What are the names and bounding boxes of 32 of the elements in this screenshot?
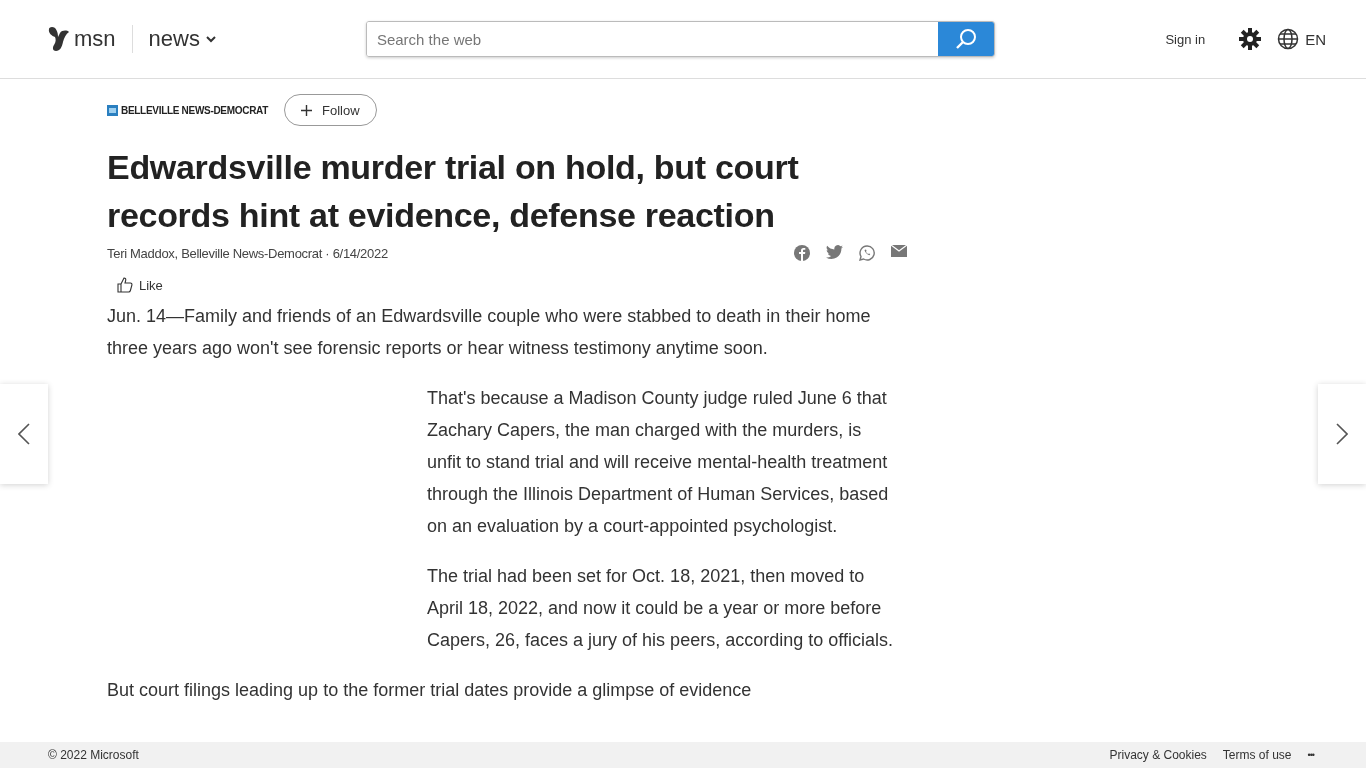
search-field[interactable]: Search the web xyxy=(365,21,995,57)
source-name: BELLEVILLE NEWS-DEMOCRAT xyxy=(121,104,269,116)
footer-link[interactable]: Terms of use xyxy=(1222,748,1292,762)
article-paragraph: That's because a Madison County judge ruled June 6 that Zachary Capers, the man charged with the murders, is unfit to stand trial and will receive mental-health treatment through the Illinois Department of Human Services, based on an evaluation by a court-appointed psychologist. xyxy=(427,387,890,538)
facebook-icon[interactable] xyxy=(794,245,810,261)
follow-button[interactable]: Follow xyxy=(284,94,377,126)
byline: Teri Maddox, Belleville News-Democrat · 6/14/2022 xyxy=(107,245,388,261)
thumbs-up-icon xyxy=(117,277,133,293)
sign-in-link[interactable]: Sign in xyxy=(1159,30,1212,48)
settings-icon[interactable] xyxy=(1239,28,1262,50)
like-button[interactable]: Like xyxy=(117,277,163,293)
more-button[interactable]: ••• xyxy=(1307,750,1314,760)
chevron-left-icon[interactable] xyxy=(18,423,30,445)
article-paragraph: The trial had been set for Oct. 18, 2021, then moved to April 18, 2022, and now it could be a year or more before Capers, 26, faces a jury of his peers, according to officials. xyxy=(427,565,893,652)
copyright-text: © 2022 Microsoft xyxy=(48,748,139,762)
mail-icon[interactable] xyxy=(891,245,907,257)
chevron-down-icon xyxy=(205,35,216,43)
language-button[interactable]: EN xyxy=(1277,28,1326,50)
twitter-icon[interactable] xyxy=(826,245,843,259)
chat-bubble-icon[interactable] xyxy=(859,245,875,261)
article-title: Edwardsville murder trial on hold, but court records hint at evidence, defense reaction xyxy=(107,147,800,236)
plus-icon xyxy=(301,104,313,116)
logo-icon xyxy=(107,104,118,116)
globe-icon xyxy=(1277,28,1300,50)
article-paragraph: But court filings leading up to the former trial dates provide a glimpse of evidence xyxy=(107,679,753,702)
search-button[interactable] xyxy=(937,22,994,56)
chevron-right-icon[interactable] xyxy=(1336,423,1348,445)
article-paragraph: Jun. 14—Family and friends of an Edwardsville couple who were stabbed to death in their home three years ago won't see forensic reports or hear witness testimony anytime soon. xyxy=(107,305,872,360)
search-icon xyxy=(954,28,977,50)
footer-link[interactable]: Privacy & Cookies xyxy=(1109,748,1207,762)
brand-name: msn xyxy=(74,26,116,52)
section-menu[interactable]: news xyxy=(148,26,216,52)
